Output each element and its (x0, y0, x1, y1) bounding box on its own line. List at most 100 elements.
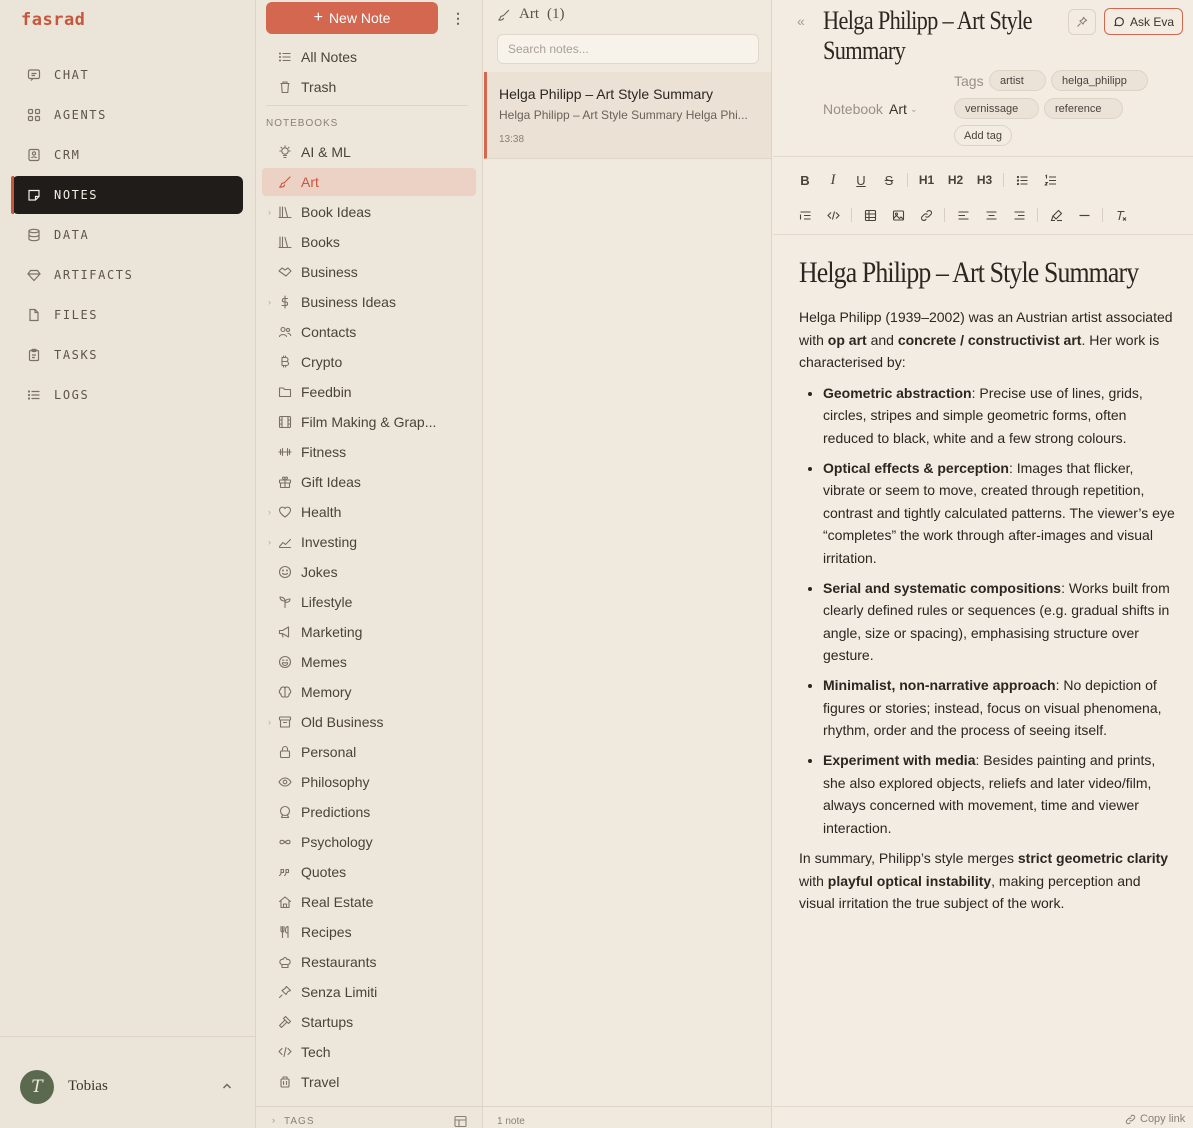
notebook-item-book-ideas[interactable]: › Book Ideas (262, 198, 476, 226)
heading2-button[interactable]: H2 (941, 168, 970, 192)
table-icon[interactable] (856, 203, 884, 227)
highlight-icon[interactable] (1042, 203, 1070, 227)
underline-icon[interactable]: U (847, 168, 875, 192)
brush-icon (497, 8, 511, 22)
bullet-list-icon[interactable] (1008, 168, 1036, 192)
nav-item-notes[interactable]: NOTES (11, 176, 243, 214)
align-right-icon[interactable] (1005, 203, 1033, 227)
notebook-item-memory[interactable]: Memory (262, 678, 476, 706)
copy-link-button[interactable]: Copy link (1125, 1113, 1185, 1125)
chevron-up-icon[interactable] (220, 1079, 234, 1093)
align-center-icon[interactable] (977, 203, 1005, 227)
notebook-item-film-making-grap[interactable]: Film Making & Grap... (262, 408, 476, 436)
notebook-item-marketing[interactable]: Marketing (262, 618, 476, 646)
notebook-label: Health (301, 504, 342, 520)
tag-chip[interactable]: vernissage (954, 98, 1039, 119)
notebook-item-gift-ideas[interactable]: Gift Ideas (262, 468, 476, 496)
align-left-icon[interactable] (949, 203, 977, 227)
search-notes-input[interactable] (497, 34, 759, 64)
bold-icon[interactable]: B (791, 168, 819, 192)
notebook-item-travel[interactable]: Travel (262, 1068, 476, 1096)
tag-chip[interactable]: artist (989, 70, 1046, 91)
user-menu[interactable]: T Tobias (0, 1036, 256, 1128)
link-icon[interactable] (912, 203, 940, 227)
notebook-item-ai-ml[interactable]: AI & ML (262, 138, 476, 166)
notebook-item-recipes[interactable]: Recipes (262, 918, 476, 946)
code-icon[interactable] (819, 203, 847, 227)
notebook-item-real-estate[interactable]: Real Estate (262, 888, 476, 916)
gift-icon (277, 475, 292, 490)
notebook-item-restaurants[interactable]: Restaurants (262, 948, 476, 976)
note-body[interactable]: Helga Philipp – Art Style Summary Helga … (799, 254, 1175, 923)
notebook-item-health[interactable]: › Health (262, 498, 476, 526)
notebook-item-predictions[interactable]: Predictions (262, 798, 476, 826)
more-options-icon[interactable]: ⋮ (450, 9, 466, 27)
toolbar-separator (907, 173, 908, 187)
notebook-item-tech[interactable]: Tech (262, 1038, 476, 1066)
notebook-select[interactable]: Art (889, 101, 907, 117)
notebook-item-philosophy[interactable]: Philosophy (262, 768, 476, 796)
image-icon[interactable] (884, 203, 912, 227)
notebook-item-feedbin[interactable]: Feedbin (262, 378, 476, 406)
notebook-item-crypto[interactable]: Crypto (262, 348, 476, 376)
tag-chip[interactable]: helga_philipp (1051, 70, 1148, 91)
smile-icon (277, 565, 292, 580)
trash-item[interactable]: Trash (262, 73, 476, 101)
notebook-item-investing[interactable]: › Investing (262, 528, 476, 556)
note-icon (27, 188, 41, 202)
list-icon (27, 388, 41, 402)
notebook-item-business-ideas[interactable]: › Business Ideas (262, 288, 476, 316)
notebook-item-jokes[interactable]: Jokes (262, 558, 476, 586)
notebook-item-books[interactable]: Books (262, 228, 476, 256)
italic-icon[interactable]: I (819, 168, 847, 192)
chevron-right-icon: › (272, 1115, 275, 1125)
nav-item-files[interactable]: FILES (12, 296, 243, 334)
clear-format-icon[interactable] (1107, 203, 1135, 227)
app-logo[interactable]: fasrad (21, 10, 85, 30)
all-notes-item[interactable]: All Notes (262, 43, 476, 71)
tag-chip[interactable]: reference (1044, 98, 1123, 119)
chevron-right-icon[interactable]: › (268, 207, 271, 217)
nav-item-crm[interactable]: CRM (12, 136, 243, 174)
chevron-right-icon[interactable]: › (268, 537, 271, 547)
nav-item-artifacts[interactable]: ARTIFACTS (12, 256, 243, 294)
notebook-item-personal[interactable]: Personal (262, 738, 476, 766)
notebook-item-memes[interactable]: Memes (262, 648, 476, 676)
notebook-item-art[interactable]: Art (262, 168, 476, 196)
note-title[interactable]: Helga Philipp – Art Style Summary (823, 6, 1047, 66)
ask-eva-button[interactable]: Ask Eva (1104, 8, 1183, 35)
chevron-right-icon[interactable]: › (268, 297, 271, 307)
chevron-right-icon[interactable]: › (268, 717, 271, 727)
notebook-item-old-business[interactable]: › Old Business (262, 708, 476, 736)
table-icon[interactable] (454, 1115, 467, 1128)
blockquote-icon[interactable] (791, 203, 819, 227)
nav-item-tasks[interactable]: TASKS (12, 336, 243, 374)
note-card[interactable]: Helga Philipp – Art Style Summary Helga … (484, 72, 771, 159)
notebook-item-quotes[interactable]: Quotes (262, 858, 476, 886)
nav-item-data[interactable]: DATA (12, 216, 243, 254)
pin-button[interactable] (1068, 9, 1096, 35)
numbered-list-icon[interactable] (1036, 168, 1064, 192)
notebook-item-senza-limiti[interactable]: Senza Limiti (262, 978, 476, 1006)
nav-item-logs[interactable]: LOGS (12, 376, 243, 414)
add-tag-button[interactable]: Add tag (954, 125, 1012, 146)
notebook-item-fitness[interactable]: Fitness (262, 438, 476, 466)
notebook-item-business[interactable]: Business (262, 258, 476, 286)
strikethrough-icon[interactable]: S (875, 168, 903, 192)
chevron-right-icon[interactable]: › (268, 507, 271, 517)
notebook-item-lifestyle[interactable]: Lifestyle (262, 588, 476, 616)
new-note-button[interactable]: + New Note (266, 2, 438, 34)
tags-section[interactable]: › TAGS (256, 1106, 482, 1128)
crystal-ball-icon (277, 805, 292, 820)
chevron-down-icon[interactable]: ⌄ (910, 104, 918, 115)
heading3-button[interactable]: H3 (970, 168, 999, 192)
heading1-button[interactable]: H1 (912, 168, 941, 192)
horizontal-rule-icon[interactable] (1070, 203, 1098, 227)
notebook-item-psychology[interactable]: Psychology (262, 828, 476, 856)
notebook-item-startups[interactable]: Startups (262, 1008, 476, 1036)
nav-item-chat[interactable]: CHAT (12, 56, 243, 94)
collapse-icon[interactable]: « (797, 13, 805, 29)
notebook-item-contacts[interactable]: Contacts (262, 318, 476, 346)
nav-item-agents[interactable]: AGENTS (12, 96, 243, 134)
format-toolbar-secondary (791, 203, 1135, 227)
